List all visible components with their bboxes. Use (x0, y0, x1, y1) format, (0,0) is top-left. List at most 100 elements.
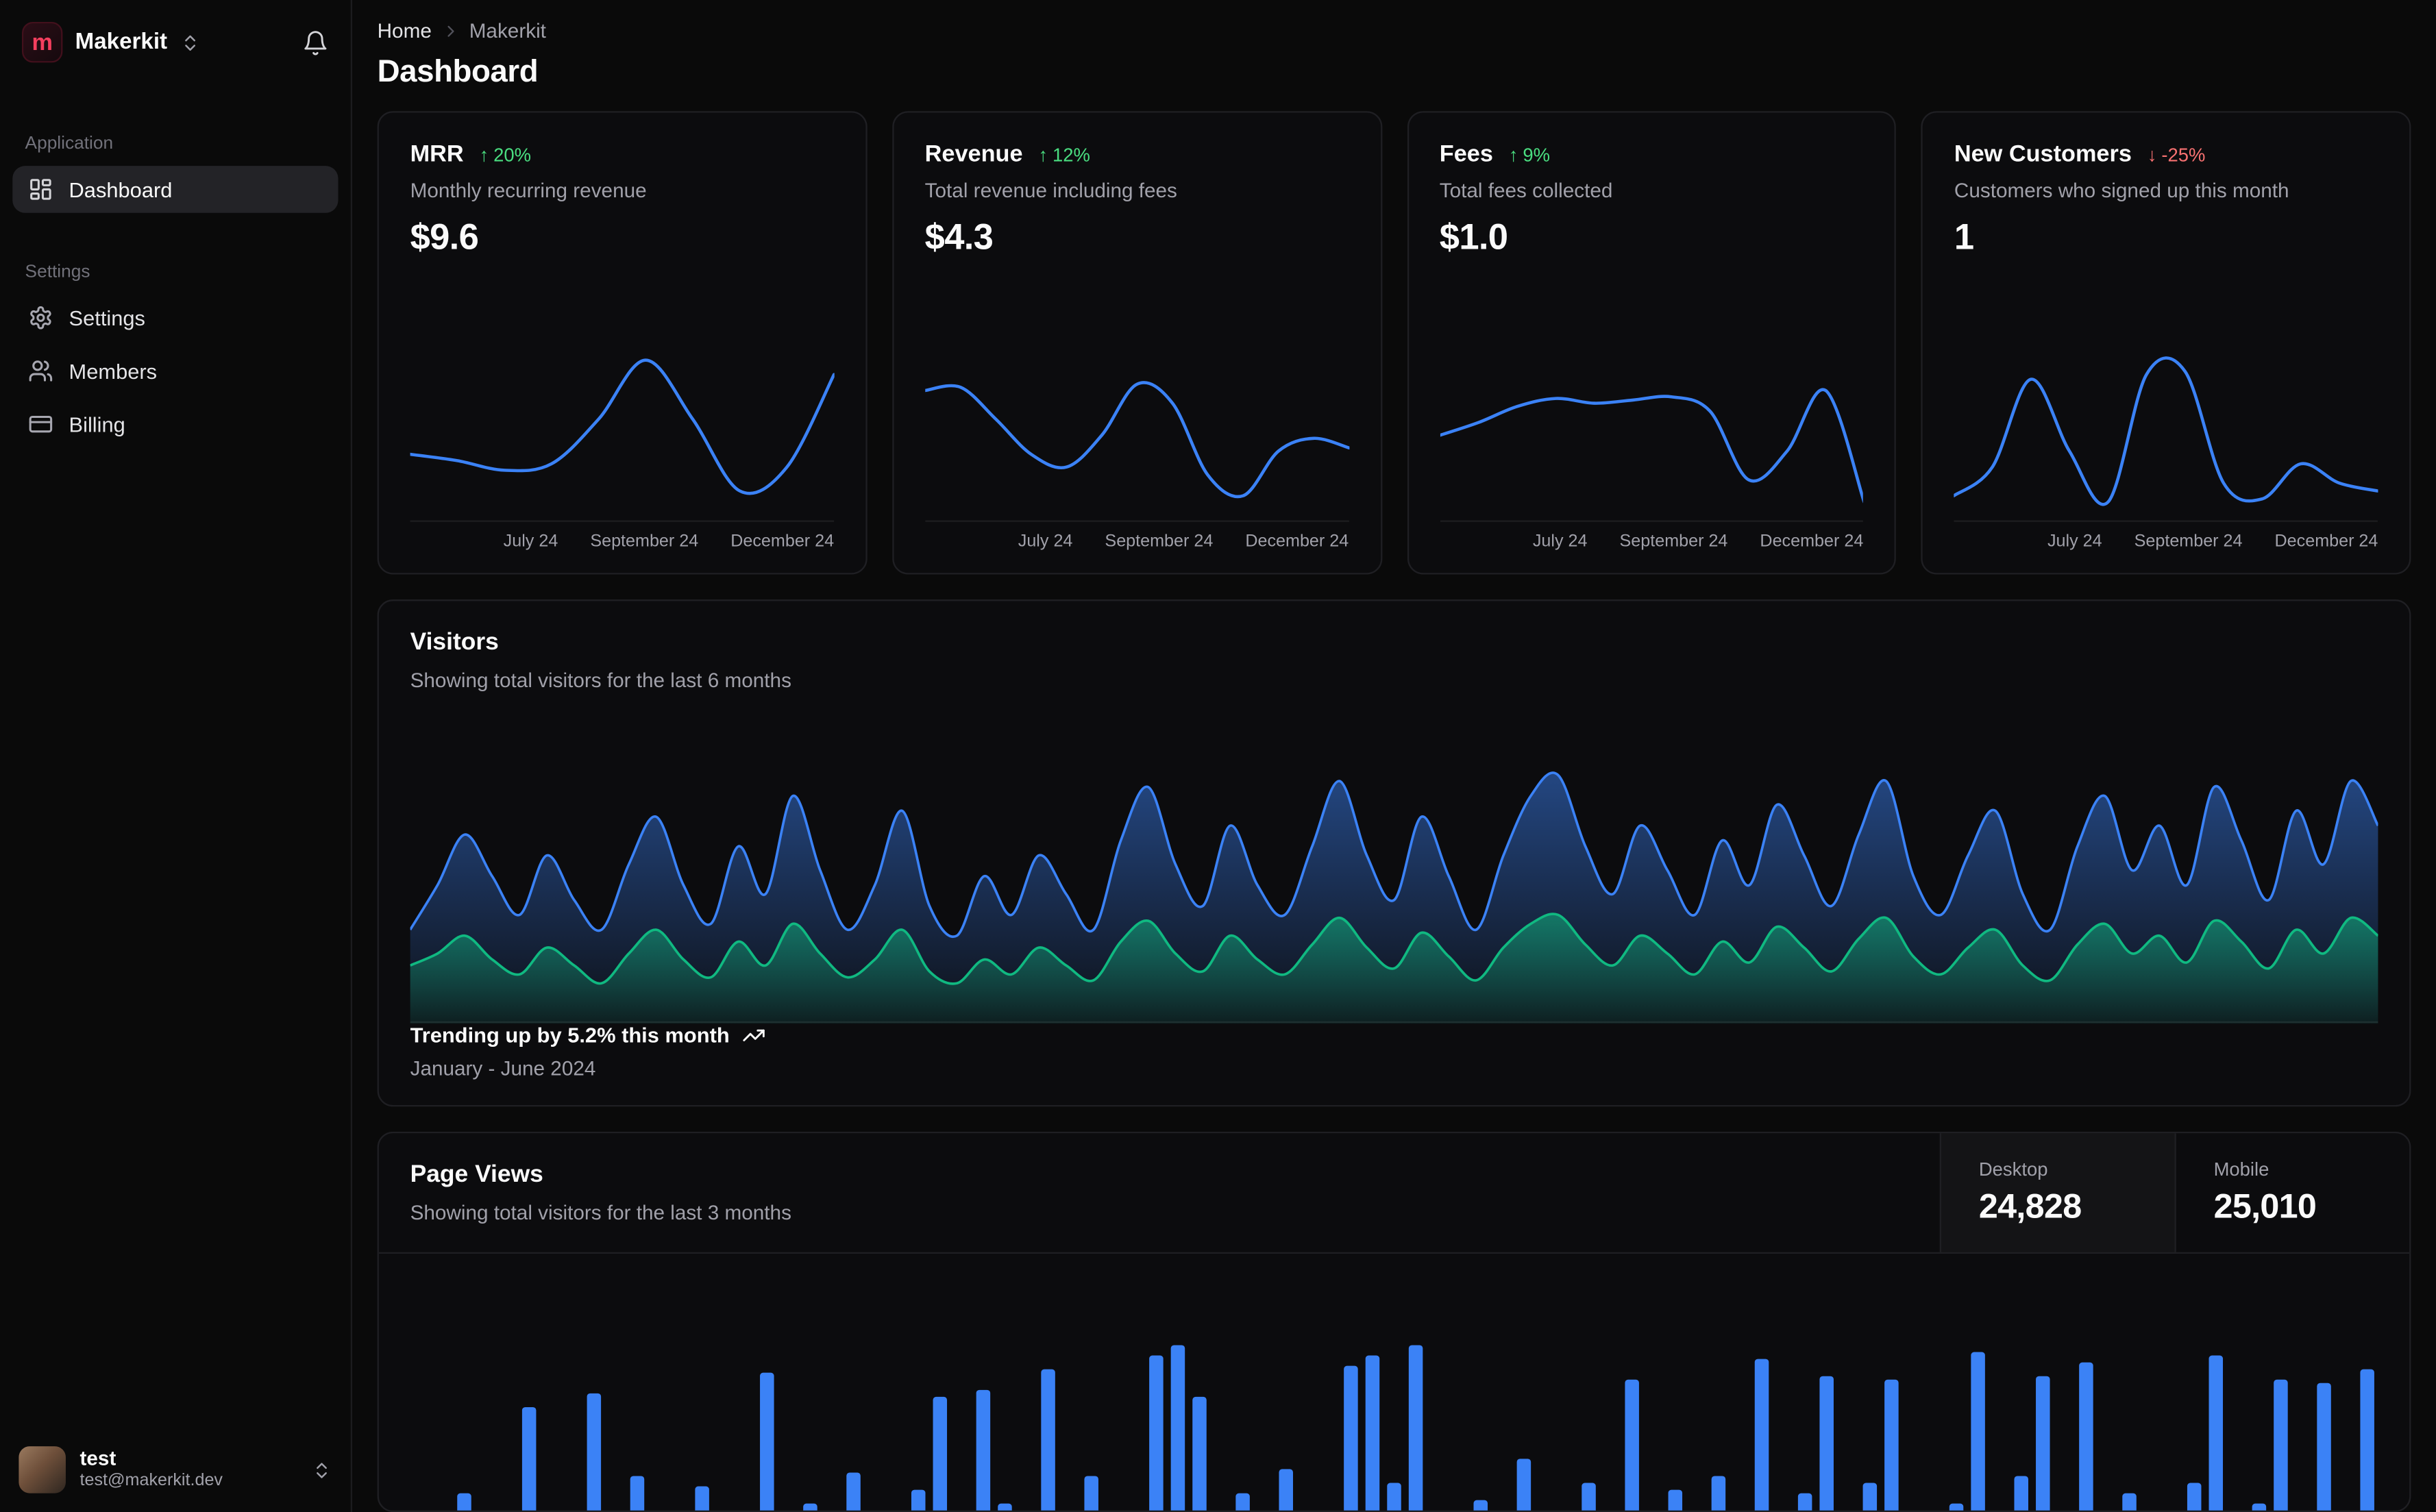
sidebar: m Makerkit Application Dashboard Setting… (0, 0, 353, 1512)
x-axis-ticks: July 24 September 24 December 24 (1440, 532, 1864, 551)
sidebar-item-label: Billing (69, 412, 125, 436)
trend-badge: ↑ 20% (480, 143, 531, 165)
x-tick-label: September 24 (590, 532, 699, 551)
trend-delta: -25% (2161, 143, 2206, 166)
users-icon (29, 360, 53, 382)
page-views-bar-chart (457, 1345, 2374, 1511)
sidebar-section-application: Application (25, 134, 114, 153)
page-views-header: Page Views Showing total visitors for th… (378, 1133, 2410, 1254)
visitors-title: Visitors (410, 629, 499, 656)
page-views-card: Page Views Showing total visitors for th… (377, 1131, 2411, 1512)
breadcrumb: Home Makerkit (378, 18, 2411, 42)
fees-sparkline-chart (1439, 388, 1864, 522)
revenue-sparkline-chart (924, 381, 1349, 522)
trend-down-arrow-icon: ↓ (2147, 143, 2157, 166)
stat-title: New Customers (1954, 140, 2132, 168)
stat-description: Total revenue including fees (924, 178, 1177, 202)
sidebar-item-members[interactable]: Members (12, 347, 338, 395)
visitors-date-range: January - June 2024 (410, 1056, 596, 1080)
x-tick-label: September 24 (1619, 532, 1728, 551)
visitors-area-chart (410, 771, 2378, 1024)
trend-delta: 9% (1523, 143, 1550, 166)
stat-description: Monthly recurring revenue (410, 178, 647, 202)
makerkit-logo-icon: m (21, 21, 63, 63)
workspace-selector[interactable]: m Makerkit (21, 21, 200, 63)
sidebar-item-dashboard[interactable]: Dashboard (12, 166, 339, 213)
toggle-label: Mobile (2213, 1158, 2269, 1180)
toggle-desktop[interactable]: Desktop 24,828 (1939, 1133, 2175, 1252)
sidebar-item-billing[interactable]: Billing (12, 401, 338, 448)
user-meta: test test@makerkit.dev (80, 1446, 223, 1494)
main-content: Home Makerkit Dashboard MRR ↑ 20% Monthl… (352, 0, 2436, 1512)
toggle-label: Desktop (1978, 1158, 2048, 1180)
chevrons-up-down-icon (184, 34, 195, 50)
stat-title: Revenue (924, 140, 1023, 168)
sparkline-wrap: July 24 September 24 December 24 (1439, 347, 1864, 551)
page-views-toggles: Desktop 24,828 Mobile 25,010 (1939, 1133, 2409, 1252)
x-tick-label: July 24 (503, 532, 558, 551)
visitors-trend-text: Trending up by 5.2% this month (410, 1024, 730, 1048)
trend-badge: ↓ -25% (2148, 143, 2206, 165)
avatar (19, 1446, 66, 1494)
stat-description: Total fees collected (1439, 178, 1613, 202)
notifications-bell-button[interactable] (302, 29, 329, 55)
x-tick-label: July 24 (2047, 532, 2102, 551)
visitors-description: Showing total visitors for the last 6 mo… (410, 668, 791, 692)
toggle-mobile[interactable]: Mobile 25,010 (2174, 1133, 2409, 1252)
trend-badge: ↑ 12% (1038, 143, 1090, 165)
trend-delta: 20% (493, 143, 531, 166)
breadcrumb-current: Makerkit (469, 18, 546, 42)
x-axis-ticks: July 24 September 24 December 24 (1954, 532, 2378, 551)
sparkline-wrap: July 24 September 24 December 24 (410, 347, 835, 551)
sidebar-header: m Makerkit (0, 18, 351, 66)
stat-card-new-customers: New Customers ↓ -25% Customers who signe… (1921, 111, 2411, 575)
sidebar-section-settings: Settings (25, 262, 90, 282)
gear-icon (30, 306, 51, 330)
stat-title: Fees (1439, 140, 1493, 168)
toggle-value: 25,010 (2213, 1186, 2317, 1226)
stat-description: Customers who signed up this month (1954, 178, 2289, 202)
stat-value: $9.6 (410, 216, 479, 257)
trend-delta: 12% (1052, 143, 1090, 166)
trend-up-arrow-icon: ↑ (1508, 143, 1518, 166)
trend-badge: ↑ 9% (1509, 143, 1550, 165)
breadcrumb-home-link[interactable]: Home (378, 18, 432, 42)
stat-value: $1.0 (1439, 216, 1508, 257)
x-tick-label: September 24 (2134, 532, 2243, 551)
workspace-name: Makerkit (75, 29, 168, 55)
x-tick-label: July 24 (1532, 532, 1588, 551)
chevrons-up-down-icon (317, 1462, 327, 1478)
visitors-footer: Trending up by 5.2% this month January -… (410, 1024, 2378, 1080)
stat-value: 1 (1954, 216, 1974, 257)
user-menu[interactable]: test test@makerkit.dev (0, 1430, 351, 1512)
x-tick-label: December 24 (1760, 532, 1864, 551)
user-name: test (79, 1446, 116, 1470)
sidebar-item-label: Members (69, 359, 158, 383)
page-views-title: Page Views (410, 1161, 543, 1189)
layout-dashboard-icon (30, 179, 51, 200)
sidebar-item-settings[interactable]: Settings (12, 295, 338, 342)
app-root: m Makerkit Application Dashboard Setting… (0, 0, 2436, 1512)
trending-up-icon (743, 1029, 765, 1041)
user-email: test@makerkit.dev (79, 1472, 223, 1491)
mrr-sparkline-chart (410, 358, 835, 522)
page-title: Dashboard (377, 54, 539, 90)
sidebar-item-label: Settings (69, 306, 145, 330)
x-tick-label: July 24 (1018, 532, 1073, 551)
chevron-right-icon (447, 25, 454, 36)
stat-card-revenue: Revenue ↑ 12% Total revenue including fe… (891, 111, 1382, 575)
x-tick-label: December 24 (1245, 532, 1349, 551)
credit-card-icon (29, 415, 53, 433)
toggle-value: 24,828 (1978, 1186, 2082, 1226)
stat-title: MRR (410, 140, 464, 168)
sidebar-item-label: Dashboard (69, 177, 173, 201)
stat-card-mrr: MRR ↑ 20% Monthly recurring revenue $9.6… (377, 111, 868, 575)
trend-up-arrow-icon: ↑ (1038, 143, 1048, 166)
x-tick-label: December 24 (730, 532, 835, 551)
visitors-card: Visitors Showing total visitors for the … (377, 599, 2411, 1107)
x-axis-ticks: July 24 September 24 December 24 (410, 532, 835, 551)
x-tick-label: December 24 (2274, 532, 2378, 551)
sparkline-wrap: July 24 September 24 December 24 (924, 347, 1349, 551)
x-axis-ticks: July 24 September 24 December 24 (925, 532, 1349, 551)
stat-cards-row: MRR ↑ 20% Monthly recurring revenue $9.6… (377, 111, 2411, 575)
